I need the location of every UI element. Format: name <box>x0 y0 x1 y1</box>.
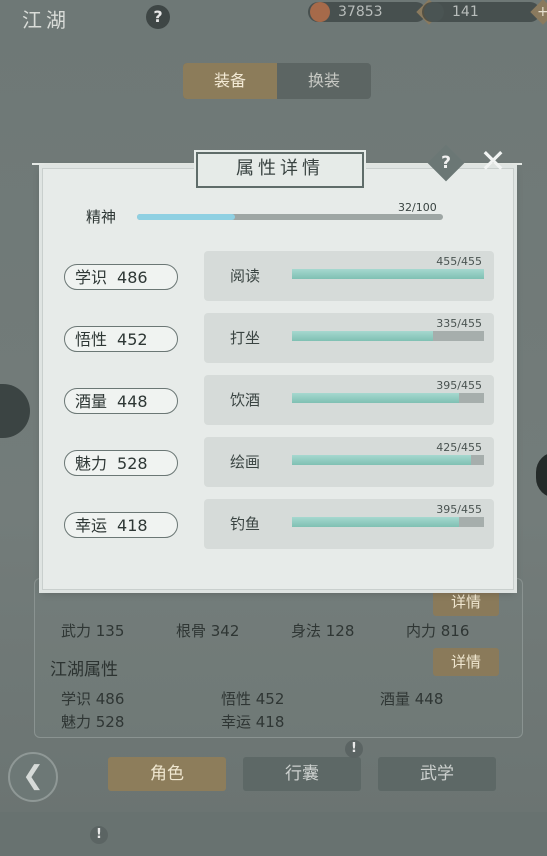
bottom-menu-strip <box>0 812 547 856</box>
skill-name: 绘画 <box>230 453 261 471</box>
skill-value: 395/455 <box>436 503 482 516</box>
currency-coins: 37853 + <box>308 0 442 25</box>
attribute-pill: 幸运 418 <box>64 512 178 538</box>
skill-row: 绘画 425/455 <box>204 437 494 487</box>
nav-martial-button[interactable]: 武学 <box>378 757 496 791</box>
attribute-label: 悟性 <box>75 330 108 349</box>
tab-change-outfit[interactable]: 换装 <box>277 63 371 99</box>
attribute-value: 448 <box>117 392 148 411</box>
skill-value: 395/455 <box>436 379 482 392</box>
spirit-value: 32/100 <box>398 201 437 214</box>
attribute-value: 418 <box>117 516 148 535</box>
attribute-pill: 酒量 448 <box>64 388 178 414</box>
currency-coins-value: 37853 <box>338 4 383 20</box>
skill-value: 455/455 <box>436 255 482 268</box>
nav-role-button[interactable]: 角色 <box>108 757 226 791</box>
ingot-icon <box>424 2 444 22</box>
top-bar: 江湖 ? 37853 + 141 + <box>0 0 547 40</box>
skill-row: 打坐 335/455 <box>204 313 494 363</box>
attribute-pill: 学识 486 <box>64 264 178 290</box>
jianghu-stat: 魅力 528 <box>61 713 125 731</box>
skill-progress-bar <box>292 331 484 341</box>
attribute-label: 幸运 <box>75 516 108 535</box>
jianghu-section-title: 江湖属性 <box>50 660 118 680</box>
close-icon[interactable]: ✕ <box>478 145 508 177</box>
combat-stat: 内力 816 <box>406 622 470 640</box>
jianghu-stat: 酒量 448 <box>380 690 444 708</box>
nav-bag-button[interactable]: 行囊 <box>243 757 361 791</box>
spirit-label: 精神 <box>86 208 117 226</box>
attribute-value: 452 <box>117 330 148 349</box>
jianghu-stat: 学识 486 <box>61 690 125 708</box>
combat-stat: 根骨 342 <box>176 622 240 640</box>
tab-equip[interactable]: 装备 <box>183 63 277 99</box>
currency-ingots: 141 + <box>422 0 547 25</box>
skill-name: 阅读 <box>230 267 261 285</box>
skill-name: 钓鱼 <box>230 515 261 533</box>
alert-icon: ! <box>90 826 108 844</box>
skill-progress-fill <box>292 393 459 403</box>
attribute-label: 魅力 <box>75 454 108 473</box>
modal-title: 属性详情 <box>196 152 364 188</box>
skill-row: 阅读 455/455 <box>204 251 494 301</box>
combat-stat: 武力 135 <box>61 622 125 640</box>
skill-progress-fill <box>292 517 459 527</box>
skill-name: 打坐 <box>230 329 261 347</box>
skill-progress-fill <box>292 269 484 279</box>
combat-stat: 身法 128 <box>291 622 355 640</box>
attribute-value: 528 <box>117 454 148 473</box>
currency-ingots-value: 141 <box>452 4 479 20</box>
back-button[interactable]: ❮ <box>8 752 58 802</box>
coin-icon <box>310 2 330 22</box>
equip-tabs: 装备 换装 <box>183 63 371 99</box>
skill-name: 饮酒 <box>230 391 261 409</box>
attribute-pill: 悟性 452 <box>64 326 178 352</box>
add-ingots-button[interactable]: + <box>530 0 547 25</box>
attribute-pill: 魅力 528 <box>64 450 178 476</box>
skill-value: 425/455 <box>436 441 482 454</box>
skill-progress-fill <box>292 331 434 341</box>
skill-progress-bar <box>292 517 484 527</box>
modal-help-icon[interactable]: ? <box>427 144 465 182</box>
jianghu-stat: 悟性 452 <box>221 690 285 708</box>
jianghu-stat: 幸运 418 <box>221 713 285 731</box>
spirit-bar <box>137 214 443 220</box>
skill-progress-bar <box>292 455 484 465</box>
spirit-bar-fill <box>137 214 235 220</box>
attribute-label: 酒量 <box>75 392 108 411</box>
page-title: 江湖 <box>22 8 70 32</box>
skill-progress-fill <box>292 455 472 465</box>
jianghu-detail-button[interactable]: 详情 <box>433 648 499 676</box>
skill-value: 335/455 <box>436 317 482 330</box>
skill-row: 钓鱼 395/455 <box>204 499 494 549</box>
skill-progress-bar <box>292 393 484 403</box>
help-icon[interactable]: ? <box>146 5 170 29</box>
combat-detail-button[interactable]: 详情 <box>433 588 499 616</box>
attribute-value: 486 <box>117 268 148 287</box>
alert-icon: ! <box>345 740 363 758</box>
skill-progress-bar <box>292 269 484 279</box>
attribute-label: 学识 <box>75 268 108 287</box>
skill-row: 饮酒 395/455 <box>204 375 494 425</box>
